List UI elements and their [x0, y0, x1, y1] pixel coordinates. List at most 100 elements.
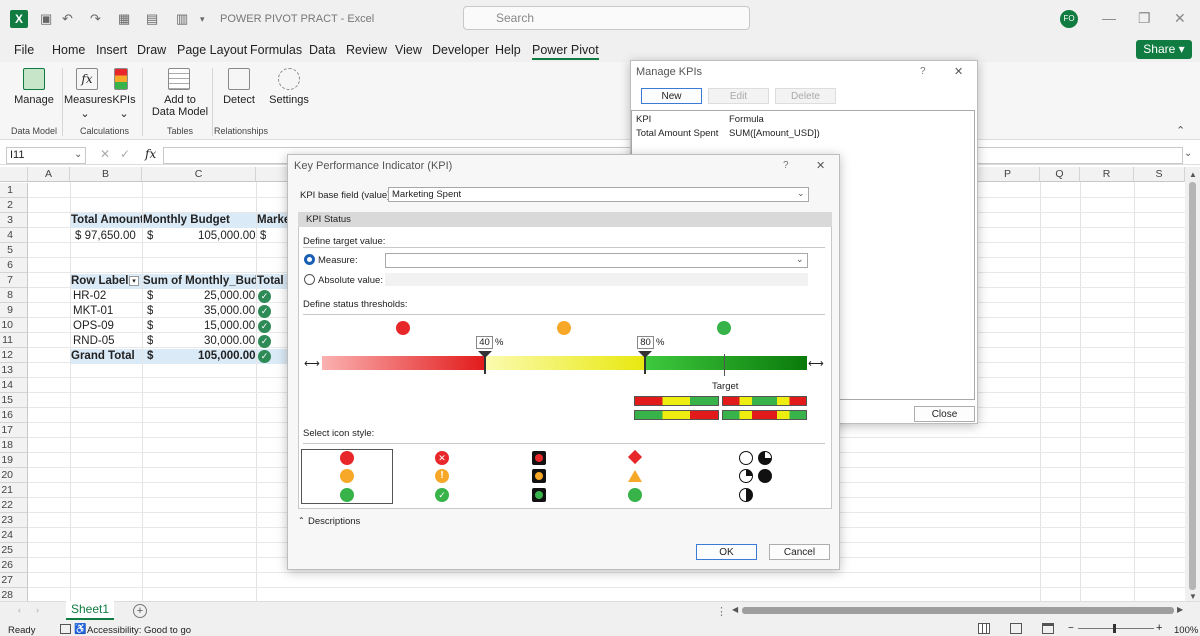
undo-icon[interactable]: ↶ [62, 11, 73, 27]
threshold-preset-centered-green[interactable] [722, 396, 807, 406]
row-header-4[interactable]: 4 [0, 228, 28, 243]
horizontal-scroll-thumb[interactable] [742, 607, 1174, 614]
share-button[interactable]: Share ▾ [1136, 40, 1192, 59]
redo-icon[interactable]: ↷ [90, 11, 101, 27]
right-extend-arrow-icon[interactable]: ⟷ [808, 357, 824, 370]
restore-icon[interactable]: ❐ [1138, 10, 1151, 27]
pivot-row-value[interactable]: 30,000.00 [204, 334, 255, 348]
minimize-icon[interactable]: — [1102, 10, 1116, 26]
kpi-list-item-formula[interactable]: SUM([Amount_USD]) [729, 128, 820, 139]
pivot-sum-header[interactable]: Sum of Monthly_Budget [143, 274, 256, 289]
row-header-9[interactable]: 9 [0, 303, 28, 318]
row-header-20[interactable]: 20 [0, 468, 28, 483]
row-header-6[interactable]: 6 [0, 258, 28, 273]
descriptions-toggle[interactable]: Descriptions [308, 516, 360, 527]
row-header-21[interactable]: 21 [0, 483, 28, 498]
row-header-15[interactable]: 15 [0, 393, 28, 408]
harvey-ball-three-quarter-icon[interactable] [758, 451, 772, 465]
tab-data[interactable]: Data [309, 43, 335, 57]
column-header-p[interactable]: P [976, 167, 1040, 182]
page-break-view-icon[interactable] [1042, 623, 1054, 634]
column-header-q[interactable]: Q [1040, 167, 1080, 182]
confirm-entry-icon[interactable]: ✓ [120, 147, 130, 161]
detect-button[interactable]: Detect [220, 94, 258, 106]
cell-c3[interactable]: Monthly Budget [143, 213, 256, 228]
pivot-row-label[interactable]: HR-02 [73, 289, 106, 303]
prev-sheet-icon[interactable]: ‹ [18, 605, 21, 615]
threshold-preset-centered-red[interactable] [722, 410, 807, 420]
expand-formula-bar-icon[interactable]: ⌄ [1184, 148, 1192, 159]
name-box-dropdown-icon[interactable]: ⌄ [74, 149, 82, 160]
save-icon[interactable]: ▣ [40, 11, 52, 27]
measures-button[interactable]: Measures [64, 94, 112, 106]
next-sheet-icon[interactable]: › [36, 605, 39, 615]
measures-dropdown-icon[interactable]: ⌄ [79, 107, 91, 120]
edit-kpi-button[interactable]: Edit [708, 88, 769, 104]
row-labels-filter-icon[interactable]: ▾ [129, 276, 139, 286]
accessibility-status[interactable]: Accessibility: Good to go [87, 625, 191, 636]
row-header-14[interactable]: 14 [0, 378, 28, 393]
measure-dropdown-icon[interactable]: ⌄ [796, 254, 804, 265]
cell-d4[interactable]: $ [260, 229, 266, 243]
macro-record-icon[interactable] [60, 624, 71, 634]
harvey-ball-quarter-icon[interactable] [739, 469, 753, 483]
select-all-corner[interactable] [0, 167, 28, 182]
column-header-s[interactable]: S [1134, 167, 1185, 182]
cell-d3[interactable]: Market [257, 213, 289, 228]
row-header-24[interactable]: 24 [0, 528, 28, 543]
zoom-out-icon[interactable]: − [1068, 623, 1074, 634]
red-x-icon[interactable]: ✕ [435, 451, 449, 465]
zoom-slider-thumb[interactable] [1113, 624, 1116, 633]
row-header-10[interactable]: 10 [0, 318, 28, 333]
scroll-left-icon[interactable]: ◀ [732, 605, 738, 614]
row-header-12[interactable]: 12 [0, 348, 28, 363]
pivot-row-currency[interactable]: $ [147, 304, 153, 318]
row-header-17[interactable]: 17 [0, 423, 28, 438]
scroll-down-icon[interactable]: ▼ [1189, 592, 1197, 601]
search-input[interactable]: Search [463, 6, 750, 30]
manage-button[interactable]: Manage [14, 94, 54, 106]
tab-page-layout[interactable]: Page Layout [177, 43, 247, 57]
cancel-entry-icon[interactable]: ✕ [100, 147, 110, 161]
green-status-icon[interactable] [717, 321, 731, 335]
row-header-19[interactable]: 19 [0, 453, 28, 468]
yellow-exclamation-icon[interactable]: ! [435, 469, 449, 483]
left-extend-arrow-icon[interactable]: ⟷ [304, 357, 320, 370]
tab-file[interactable]: File [14, 43, 34, 57]
avatar[interactable]: FO [1060, 10, 1078, 28]
row-header-22[interactable]: 22 [0, 498, 28, 513]
row-header-7[interactable]: 7 [0, 273, 28, 288]
tab-power-pivot[interactable]: Power Pivot [532, 43, 599, 60]
pivot-row-label[interactable]: RND-05 [73, 334, 115, 348]
zoom-level[interactable]: 100% [1174, 625, 1198, 636]
kpi-cancel-button[interactable]: Cancel [769, 544, 830, 560]
row-header-5[interactable]: 5 [0, 243, 28, 258]
new-kpi-button[interactable]: New [641, 88, 702, 104]
row-header-27[interactable]: 27 [0, 573, 28, 588]
split-handle-icon[interactable]: ⋮ [716, 605, 727, 618]
row-header-26[interactable]: 26 [0, 558, 28, 573]
add-sheet-icon[interactable]: + [133, 604, 147, 618]
kpi-base-field-select[interactable]: Marketing Spent [388, 187, 809, 202]
yellow-triangle-icon[interactable] [628, 470, 642, 482]
kpi-ok-button[interactable]: OK [696, 544, 757, 560]
green-circle-shape-icon[interactable] [628, 488, 642, 502]
harvey-ball-full-icon[interactable] [758, 469, 772, 483]
vertical-scroll-thumb[interactable] [1189, 182, 1196, 590]
print-icon[interactable]: ▥ [176, 11, 188, 27]
column-header-b[interactable]: B [70, 167, 142, 182]
harvey-ball-half-icon[interactable] [739, 488, 753, 502]
green-check-icon[interactable]: ✓ [435, 488, 449, 502]
zoom-in-icon[interactable]: + [1156, 622, 1162, 634]
pivot-row-currency[interactable]: $ [147, 334, 153, 348]
tab-home[interactable]: Home [52, 43, 85, 57]
kpi-base-field-dropdown-icon[interactable]: ⌄ [797, 188, 805, 199]
column-header-c[interactable]: C [142, 167, 256, 182]
tab-draw[interactable]: Draw [137, 43, 166, 57]
pivot-row-value[interactable]: 15,000.00 [204, 319, 255, 333]
grand-total-value[interactable]: 105,000.00 [198, 349, 256, 363]
row-header-11[interactable]: 11 [0, 333, 28, 348]
row-header-23[interactable]: 23 [0, 513, 28, 528]
row-header-2[interactable]: 2 [0, 198, 28, 213]
normal-view-icon[interactable] [978, 623, 990, 634]
